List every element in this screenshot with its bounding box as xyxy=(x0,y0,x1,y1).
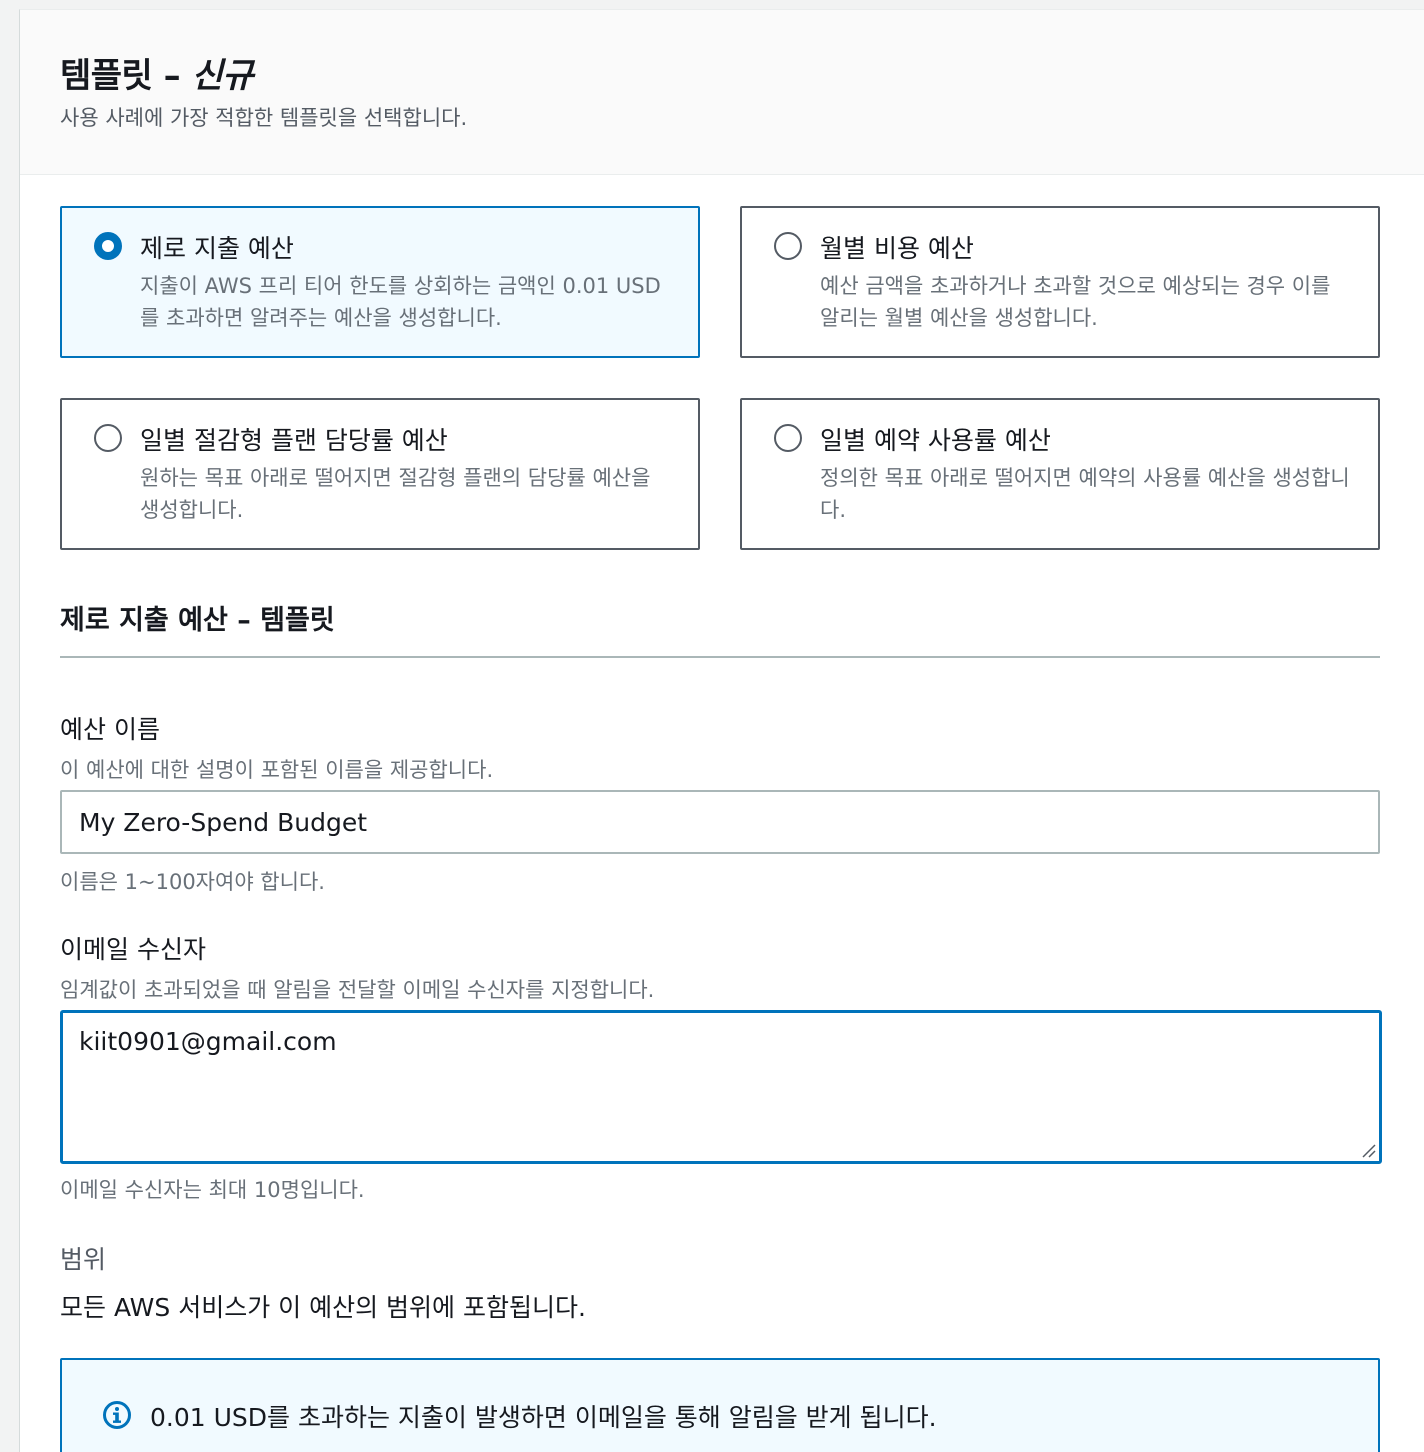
info-alert: 0.01 USD를 초과하는 지출이 발생하면 이메일을 통해 알림을 받게 됩… xyxy=(60,1358,1380,1452)
radio-unselected-icon[interactable] xyxy=(774,424,802,452)
radio-unselected-icon[interactable] xyxy=(94,424,122,452)
email-recipients-constraint: 이메일 수신자는 최대 10명입니다. xyxy=(60,1178,365,1202)
scope-label: 범위 xyxy=(60,1245,107,1274)
budget-name-description: 이 예산에 대한 설명이 포함된 이름을 제공합니다. xyxy=(60,758,494,782)
template-tile-description: 원하는 목표 아래로 떨어지면 절감형 플랜의 담당률 예산을 생성합니다. xyxy=(140,466,651,522)
panel-title: 템플릿 – 신규 xyxy=(60,48,254,97)
radio-unselected-icon[interactable] xyxy=(774,232,802,260)
template-tile-description: 예산 금액을 초과하거나 초과할 것으로 예상되는 경우 이를 알리는 월별 예… xyxy=(820,274,1331,330)
panel-description: 사용 사례에 가장 적합한 템플릿을 선택합니다. xyxy=(60,106,468,130)
template-tile-title: 일별 절감형 플랜 담당률 예산 xyxy=(140,426,448,455)
template-tile-title: 제로 지출 예산 xyxy=(140,234,294,263)
budget-name-constraint: 이름은 1~100자여야 합니다. xyxy=(60,870,325,894)
budget-template-panel: 템플릿 – 신규 사용 사례에 가장 적합한 템플릿을 선택합니다. 제로 지출… xyxy=(19,9,1424,1452)
template-tile-description: 지출이 AWS 프리 티어 한도를 상회하는 금액인 0.01 USD를 초과하… xyxy=(140,274,661,330)
scope-text: 모든 AWS 서비스가 이 예산의 범위에 포함됩니다. xyxy=(60,1293,586,1322)
info-icon xyxy=(103,1401,131,1429)
email-recipients-description: 임계값이 초과되었을 때 알림을 전달할 이메일 수신자를 지정합니다. xyxy=(60,978,655,1002)
template-tiles: 제로 지출 예산 지출이 AWS 프리 티어 한도를 상회하는 금액인 0.01… xyxy=(60,206,1380,550)
template-tile-monthly-cost[interactable]: 월별 비용 예산 예산 금액을 초과하거나 초과할 것으로 예상되는 경우 이를… xyxy=(740,206,1380,358)
panel-title-main: 템플릿 – xyxy=(60,56,192,96)
info-alert-text: 0.01 USD를 초과하는 지출이 발생하면 이메일을 통해 알림을 받게 됩… xyxy=(150,1403,937,1432)
email-recipients-label: 이메일 수신자 xyxy=(60,935,206,964)
template-tile-reservation-utilization[interactable]: 일별 예약 사용률 예산 정의한 목표 아래로 떨어지면 예약의 사용률 예산을… xyxy=(740,398,1380,550)
budget-name-label: 예산 이름 xyxy=(60,715,160,744)
template-tile-zero-spend[interactable]: 제로 지출 예산 지출이 AWS 프리 티어 한도를 상회하는 금액인 0.01… xyxy=(60,206,700,358)
section-divider xyxy=(60,656,1380,658)
panel-title-badge: 신규 xyxy=(191,56,254,96)
radio-selected-icon[interactable] xyxy=(94,232,122,260)
section-title: 제로 지출 예산 – 템플릿 xyxy=(60,605,335,636)
panel-header: 템플릿 – 신규 사용 사례에 가장 적합한 템플릿을 선택합니다. xyxy=(20,10,1424,175)
template-tile-description: 정의한 목표 아래로 떨어지면 예약의 사용률 예산을 생성합니다. xyxy=(820,466,1350,522)
template-tile-title: 일별 예약 사용률 예산 xyxy=(820,426,1051,455)
resize-handle-icon[interactable] xyxy=(1360,1142,1376,1158)
email-recipients-textarea[interactable]: kiit0901@gmail.com xyxy=(60,1010,1382,1164)
template-tile-savings-plan-coverage[interactable]: 일별 절감형 플랜 담당률 예산 원하는 목표 아래로 떨어지면 절감형 플랜의… xyxy=(60,398,700,550)
template-tile-title: 월별 비용 예산 xyxy=(820,234,974,263)
budget-name-input[interactable] xyxy=(60,790,1380,854)
